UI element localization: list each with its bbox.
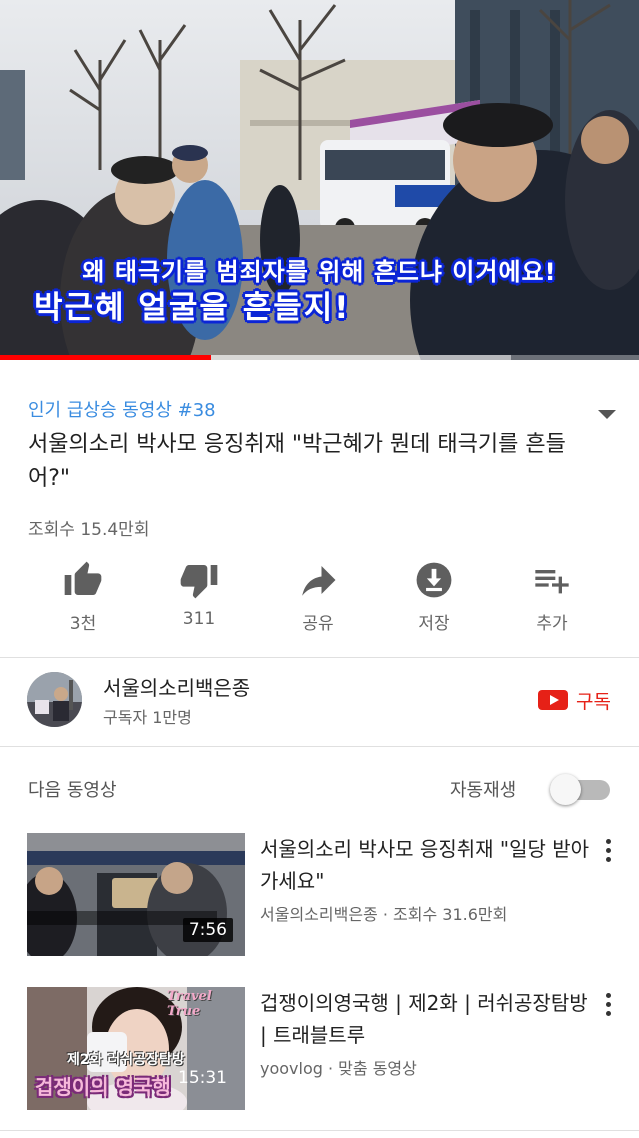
channel-name[interactable]: 서울의소리백은종 — [103, 672, 250, 701]
video-title: 겁쟁이의영국행 | 제2화 | 러쉬공장탐방 | 트래블트루 — [260, 991, 588, 1047]
action-bar: 3천 311 공유 저장 추가 — [0, 558, 639, 638]
channel-avatar[interactable] — [27, 672, 82, 727]
thumbnail-text-top: Travel True — [167, 989, 212, 1019]
download-button[interactable]: 저장 — [384, 558, 484, 634]
divider — [0, 657, 639, 658]
dislike-count: 311 — [182, 609, 216, 629]
dislike-button[interactable]: 311 — [149, 558, 249, 629]
up-next-heading: 다음 동영상 — [28, 780, 117, 801]
like-count: 3천 — [69, 614, 97, 634]
like-button[interactable]: 3천 — [33, 558, 133, 634]
more-options-icon[interactable] — [602, 993, 614, 1021]
share-button[interactable]: 공유 — [268, 558, 368, 634]
autoplay-label: 자동재생 — [450, 780, 517, 801]
video-meta: yoovlog · 맞춤 동영상 — [260, 1059, 417, 1078]
video-thumbnail[interactable]: Travel True 제2화 러쉬공장탐방 겁쟁이의 영국행 15:31 — [27, 987, 245, 1110]
video-title: 서울의소리 박사모 응징취재 "박근혜가 뭔데 태극기를 흔들어?" — [28, 432, 566, 491]
video-meta: 서울의소리백은종 · 조회수 31.6만회 — [260, 905, 508, 924]
expand-description-icon[interactable] — [598, 410, 616, 419]
video-title: 서울의소리 박사모 응징취재 "일당 받아 가세요" — [260, 837, 590, 893]
video-duration: 15:31 — [178, 1068, 227, 1088]
more-options-icon[interactable] — [602, 839, 614, 867]
thumbs-down-icon — [180, 565, 218, 599]
video-player[interactable]: 왜 태극기를 범죄자를 위해 흔드냐 이거에요! 박근혜 얼굴을 흔들지! — [0, 0, 639, 360]
list-item[interactable]: Travel True 제2화 러쉬공장탐방 겁쟁이의 영국행 15:31 겁쟁… — [0, 987, 639, 1117]
add-label: 추가 — [536, 614, 568, 634]
download-label: 저장 — [418, 614, 450, 634]
trending-label[interactable]: 인기 급상승 동영상 #38 — [28, 396, 216, 422]
list-item[interactable]: 7:56 서울의소리 박사모 응징취재 "일당 받아 가세요" 서울의소리백은종… — [0, 833, 639, 963]
view-count: 조회수 15.4만회 — [28, 520, 150, 540]
subscriber-count: 구독자 1만명 — [103, 708, 192, 727]
subscribe-button[interactable]: 구독 — [538, 686, 611, 714]
avatar-image — [27, 672, 82, 727]
add-to-playlist-icon — [535, 570, 569, 594]
divider — [0, 746, 639, 747]
video-duration: 7:56 — [182, 918, 233, 942]
video-subtitle-line2: 박근혜 얼굴을 흔들지! — [34, 290, 351, 326]
youtube-logo-icon — [538, 690, 568, 710]
video-progress-bar[interactable] — [0, 355, 639, 360]
subscribe-label: 구독 — [576, 690, 611, 713]
divider — [0, 1130, 639, 1131]
thumbs-up-icon — [64, 561, 102, 595]
thumbnail-text-mid: 제2화 러쉬공장탐방 — [67, 1052, 185, 1068]
toggle-knob — [550, 774, 581, 805]
video-thumbnail[interactable]: 7:56 — [27, 833, 245, 956]
video-progress-fill — [0, 355, 211, 360]
share-icon — [302, 566, 336, 596]
download-icon — [416, 562, 452, 598]
autoplay-toggle[interactable] — [550, 774, 612, 805]
share-label: 공유 — [302, 614, 334, 634]
thumbnail-text-bottom: 겁쟁이의 영국행 — [35, 1075, 171, 1099]
add-to-playlist-button[interactable]: 추가 — [502, 558, 602, 634]
